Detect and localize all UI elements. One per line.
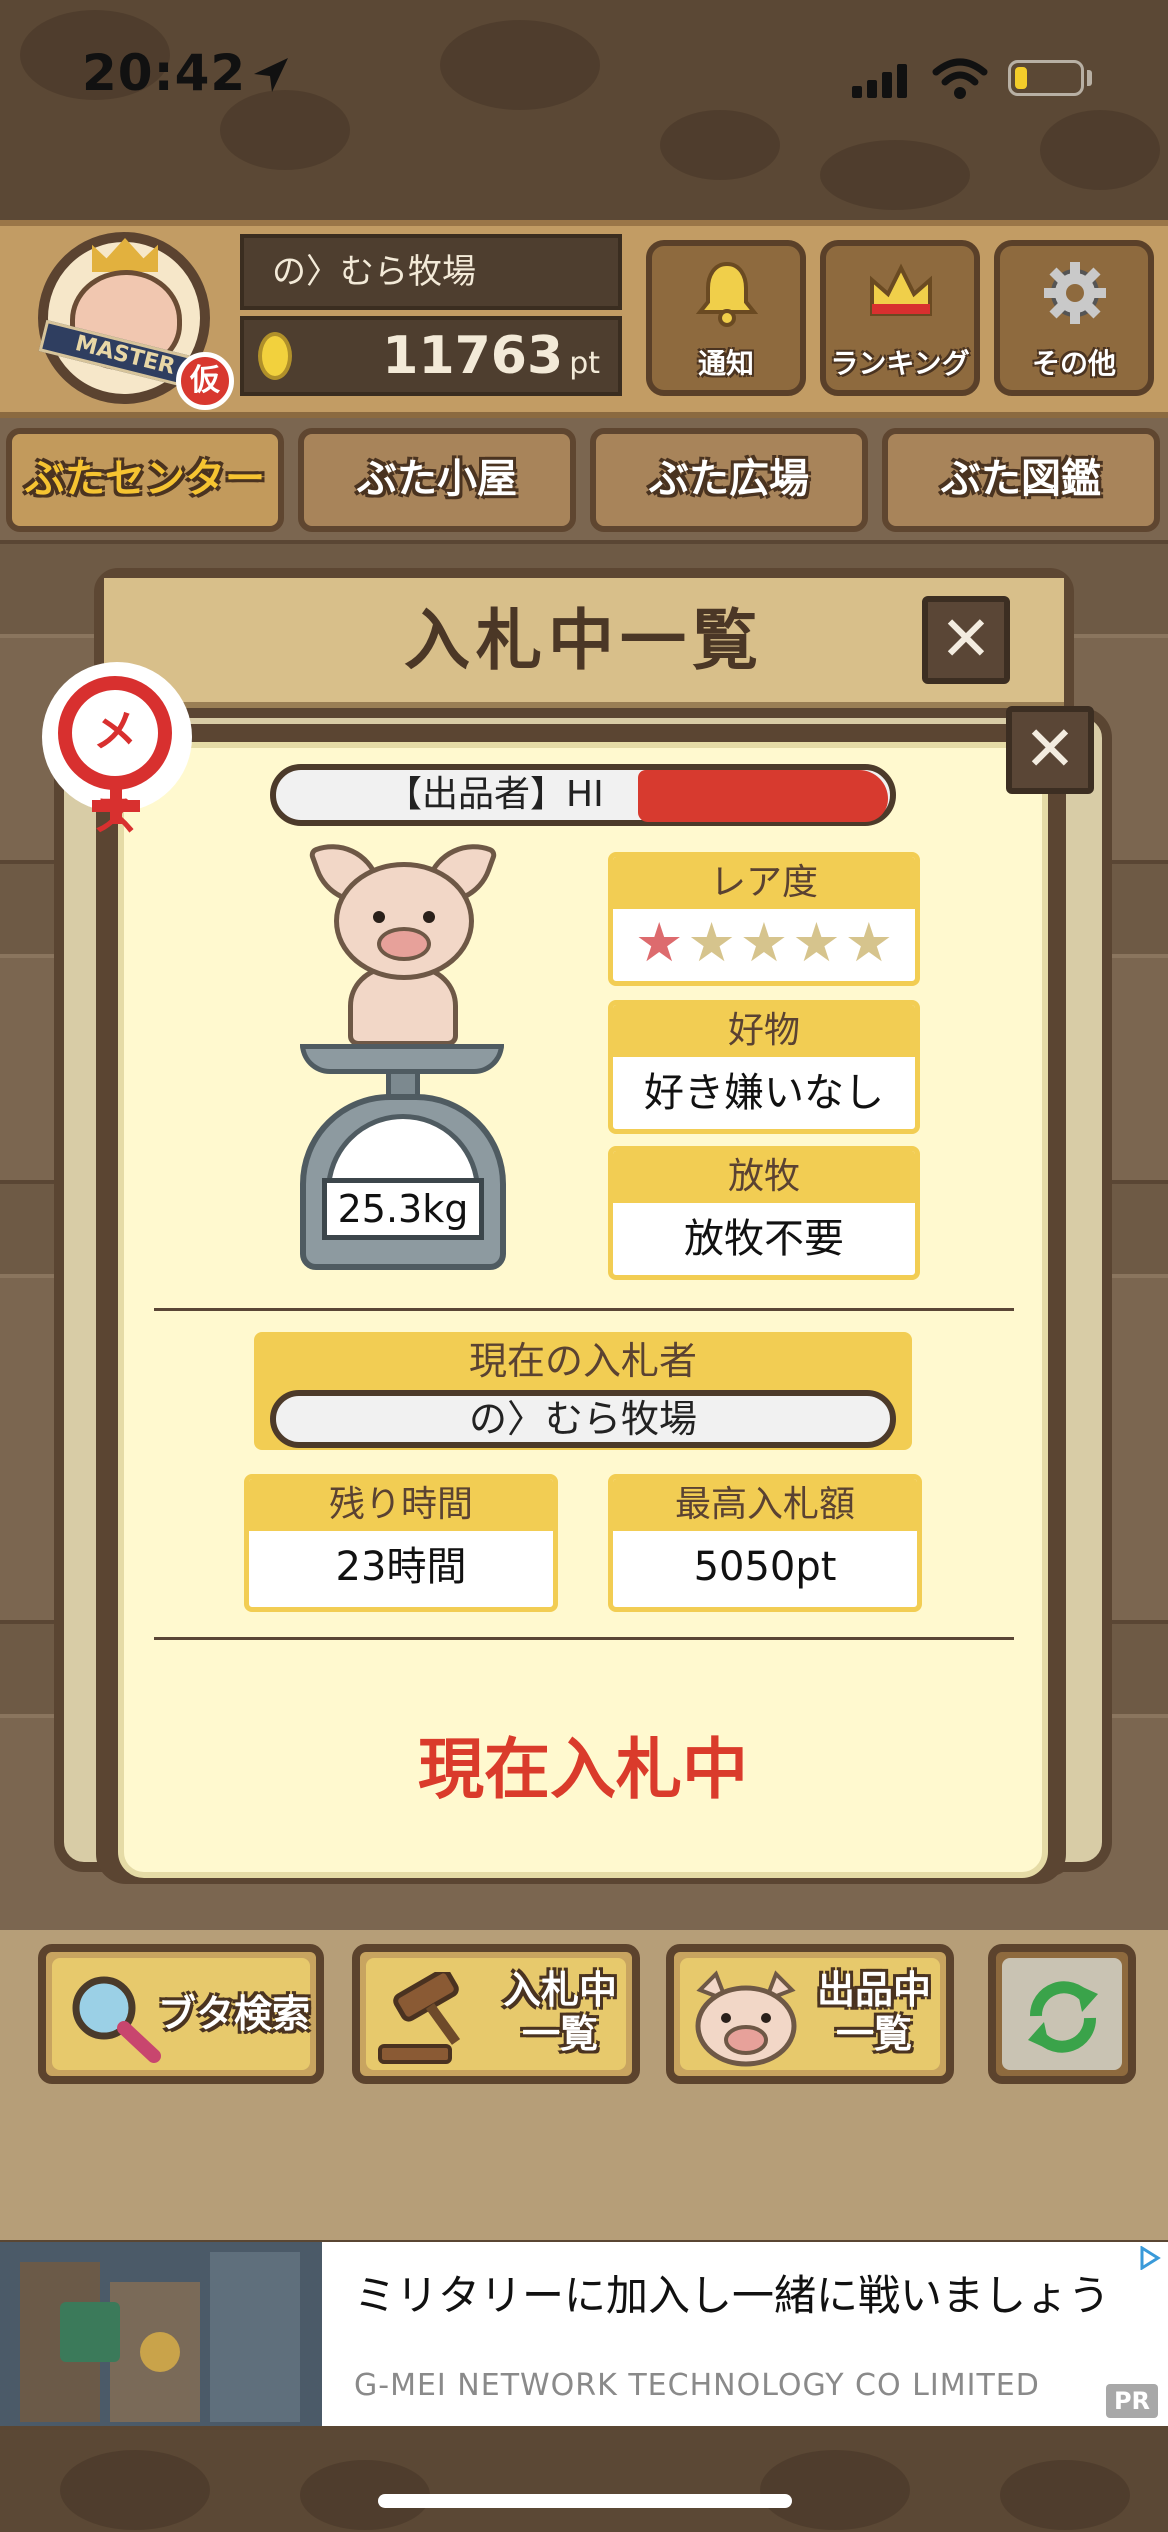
female-icon: メス xyxy=(58,676,172,841)
current-bidder-value: の〉むら牧場 xyxy=(270,1390,896,1448)
home-indicator[interactable] xyxy=(378,2494,792,2508)
pig-icon xyxy=(334,862,474,980)
coin-icon xyxy=(258,332,292,380)
points-unit: pt xyxy=(569,346,600,381)
ad-pr-badge: PR xyxy=(1106,2384,1158,2418)
points-display: 11763 pt xyxy=(300,322,600,398)
highest-bid-card: 最高入札額 5050pt xyxy=(608,1474,922,1612)
listing-list-label: 出品中 一覧 xyxy=(804,1968,944,2056)
magnifier-icon xyxy=(72,1976,161,2063)
favorite-food-card: 好物 好き嫌いなし xyxy=(608,1000,920,1134)
grazing-label: 放牧 xyxy=(613,1151,915,1203)
farm-name: の〉むら牧場 xyxy=(240,234,622,310)
tab-buta-zukan[interactable]: ぶた図鑑 xyxy=(882,428,1160,532)
notification-button[interactable]: 通知 xyxy=(646,240,806,396)
bidding-list-label-line1: 入札中 xyxy=(502,1968,617,2012)
listing-list-button[interactable]: 出品中 一覧 xyxy=(666,1944,954,2084)
other-label: その他 xyxy=(1031,347,1116,380)
favorite-food-label: 好物 xyxy=(613,1005,915,1057)
scale-plate xyxy=(300,1044,504,1074)
current-bidder-label: 現在の入札者 xyxy=(468,1339,697,1383)
redaction-mark xyxy=(638,770,888,822)
refresh-icon xyxy=(1028,1981,1098,2053)
bid-list-title: 入札中一覧 xyxy=(404,602,764,679)
ad-image[interactable] xyxy=(0,2242,322,2426)
ad-title[interactable]: ミリタリーに加入し一緒に戦いましょう xyxy=(354,2262,1110,2323)
tab-buta-center[interactable]: ぶたセンター xyxy=(6,428,284,532)
location-arrow-icon xyxy=(254,58,288,92)
rarity-card: レア度 ★★★★★ xyxy=(608,852,920,986)
divider xyxy=(154,1308,1014,1311)
other-button[interactable]: その他 xyxy=(994,240,1154,396)
temporary-badge: 仮 xyxy=(176,352,234,410)
star-icon-empty: ★ xyxy=(844,911,894,974)
star-icon-empty: ★ xyxy=(687,911,736,974)
favorite-food-value: 好き嫌いなし xyxy=(644,1070,884,1116)
wifi-icon xyxy=(932,58,988,99)
points-value: 11763 xyxy=(382,326,564,386)
signal-icon xyxy=(852,62,912,98)
star-icon-empty: ★ xyxy=(739,911,789,974)
time-left-label: 残り時間 xyxy=(249,1479,553,1531)
bidding-list-label: 入札中 一覧 xyxy=(490,1968,630,2056)
highest-bid-label: 最高入札額 xyxy=(613,1479,917,1531)
bidding-list-button[interactable]: 入札中 一覧 xyxy=(352,1944,640,2084)
pig-search-label: ブタ検索 xyxy=(158,1992,311,2036)
pig-detail-close-button[interactable]: ✕ xyxy=(1006,706,1094,794)
rarity-label: レア度 xyxy=(613,857,915,909)
bottom-background xyxy=(0,2430,1168,2532)
refresh-button[interactable] xyxy=(988,1944,1136,2084)
weight-value: 25.3kg xyxy=(322,1178,484,1240)
status-time: 20:42 xyxy=(82,44,247,102)
bid-status: 現在入札中 xyxy=(418,1731,748,1808)
listing-list-label-line1: 出品中 xyxy=(816,1968,931,2012)
tab-buta-hiroba[interactable]: ぶた広場 xyxy=(590,428,868,532)
grazing-value: 放牧不要 xyxy=(684,1216,844,1262)
bid-list-close-button[interactable]: ✕ xyxy=(922,596,1010,684)
battery-icon xyxy=(1008,60,1084,96)
crown-icon xyxy=(870,263,932,316)
time-left-card: 残り時間 23時間 xyxy=(244,1474,558,1612)
gavel-icon xyxy=(378,1972,461,2064)
grazing-card: 放牧 放牧不要 xyxy=(608,1146,920,1280)
pig-face-icon xyxy=(695,1970,797,2067)
ad-choices-icon[interactable] xyxy=(1138,2246,1162,2270)
star-icon-empty: ★ xyxy=(792,911,841,974)
bell-icon xyxy=(695,261,759,327)
divider xyxy=(154,1637,1014,1640)
battery-tip xyxy=(1087,70,1092,86)
tab-buta-koya[interactable]: ぶた小屋 xyxy=(298,428,576,532)
ranking-label: ランキング xyxy=(830,347,970,380)
female-icon-cross xyxy=(92,800,140,812)
listing-list-label-line2: 一覧 xyxy=(835,2012,912,2056)
bidding-list-label-line2: 一覧 xyxy=(521,2012,598,2056)
ranking-button[interactable]: ランキング xyxy=(820,240,980,396)
time-left-value: 23時間 xyxy=(335,1544,467,1590)
top-background xyxy=(0,0,1168,220)
ad-company: G-MEI NETWORK TECHNOLOGY CO LIMITED xyxy=(354,2368,1040,2403)
highest-bid-value: 5050pt xyxy=(693,1544,837,1590)
notification-label: 通知 xyxy=(697,347,754,380)
star-icon-filled: ★ xyxy=(634,911,684,974)
rarity-stars: ★★★★★ xyxy=(613,909,915,981)
gear-icon xyxy=(1044,262,1106,324)
pig-search-button[interactable]: ブタ検索 xyxy=(38,1944,324,2084)
